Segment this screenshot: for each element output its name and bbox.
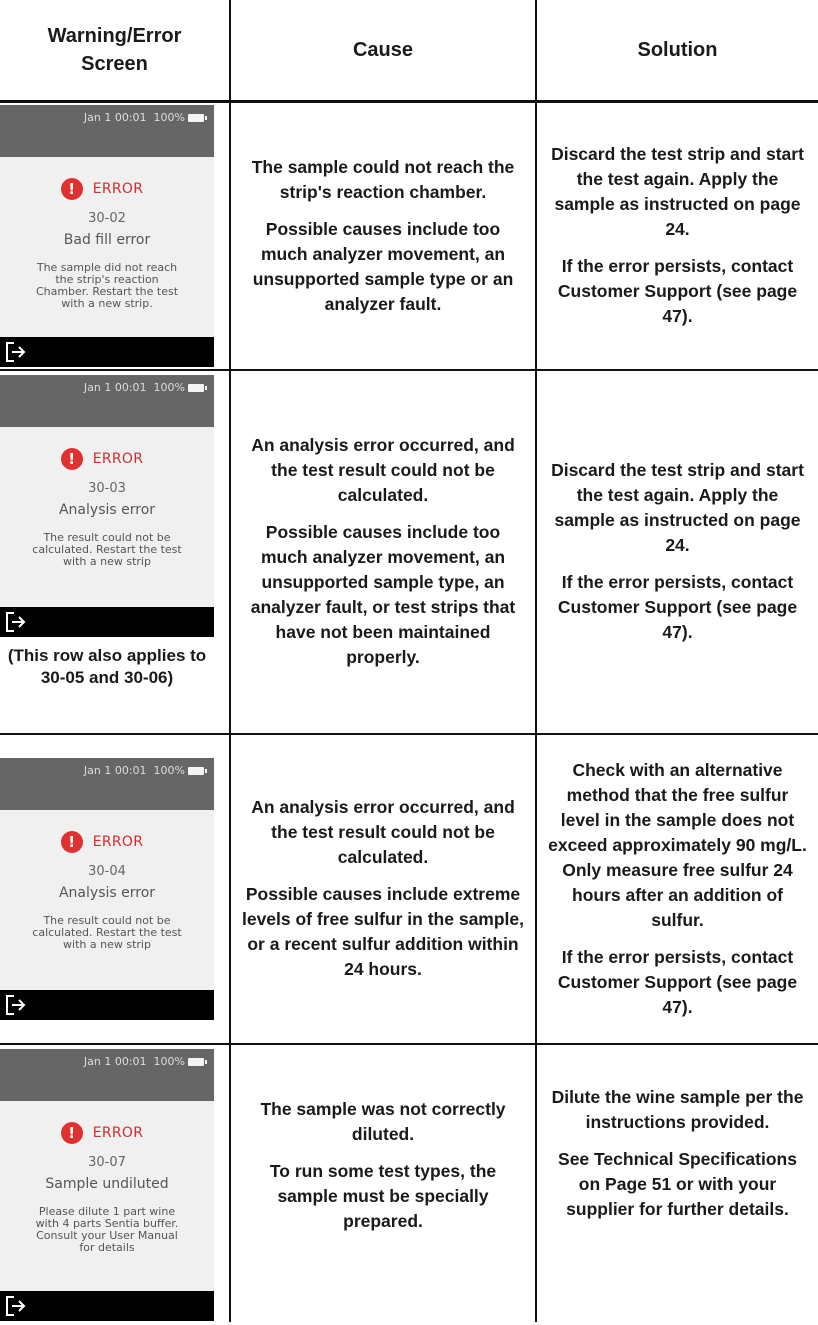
error-line: ! ERROR — [0, 830, 214, 854]
error-code: 30-03 — [88, 480, 126, 496]
cause-text: Possible causes include extreme levels o… — [241, 884, 525, 979]
solution-text: Discard the test strip and start the tes… — [551, 144, 804, 240]
header-row: Warning/Error Screen Cause Solution — [0, 0, 818, 103]
cause-text: The sample could not reach the strip's r… — [251, 156, 515, 202]
error-message: The result could not be calculated. Rest… — [32, 530, 182, 568]
error-icon: ! — [60, 177, 83, 200]
status-date: Jan 1 00:01 — [83, 1054, 147, 1068]
error-title: Analysis error — [58, 501, 156, 518]
error-code: 30-02 — [88, 210, 126, 226]
error-title: Sample undiluted — [45, 1175, 169, 1192]
bottom-bar — [0, 336, 214, 367]
status-date: Jan 1 00:01 — [83, 380, 147, 394]
battery-icon — [188, 383, 207, 392]
error-icon: ! — [60, 830, 83, 853]
battery-icon — [188, 1057, 207, 1066]
screen-cell: Jan 1 00:01 100% ! ERROR 30-04 Analysis … — [0, 733, 231, 1045]
status-date: Jan 1 00:01 — [83, 763, 147, 777]
screen-cell: Jan 1 00:01 100% ! ERROR 30-02 Bad fill … — [0, 101, 231, 371]
bottom-bar — [0, 989, 214, 1020]
solution-text: Dilute the wine sample per the instructi… — [551, 1086, 804, 1132]
error-label: ERROR — [92, 1124, 144, 1141]
device-screen: Jan 1 00:01 100% ! ERROR 30-02 Bad fill … — [0, 104, 214, 367]
solution-text: If the error persists, contact Customer … — [557, 572, 798, 642]
solution-text: Discard the test strip and start the tes… — [551, 460, 804, 555]
status-bar: Jan 1 00:01 100% — [0, 1048, 214, 1101]
cause-cell: The sample was not correctly diluted. To… — [229, 1043, 537, 1322]
cause-cell: An analysis error occurred, and the test… — [229, 733, 537, 1045]
error-line: ! ERROR — [0, 1121, 214, 1145]
solution-cell: Dilute the wine sample per the instructi… — [535, 1043, 818, 1322]
table-row: Jan 1 00:01 100% ! ERROR 30-02 Bad fill … — [0, 101, 818, 371]
status-bar: Jan 1 00:01 100% — [0, 757, 214, 810]
error-icon: ! — [60, 1121, 83, 1144]
solution-cell: Discard the test strip and start the tes… — [535, 369, 818, 735]
cause-text: To run some test types, the sample must … — [269, 1160, 497, 1231]
solution-cell: Discard the test strip and start the tes… — [535, 101, 818, 371]
exit-icon[interactable] — [4, 993, 28, 1017]
table-row: Jan 1 00:01 100% ! ERROR 30-07 Sample un… — [0, 1043, 818, 1322]
cause-text: The sample was not correctly diluted. — [260, 1098, 506, 1144]
device-screen: Jan 1 00:01 100% ! ERROR 30-07 Sample un… — [0, 1048, 214, 1321]
header-warning-error-screen: Warning/Error Screen — [0, 0, 231, 103]
status-bar: Jan 1 00:01 100% — [0, 374, 214, 427]
exit-icon[interactable] — [4, 1294, 28, 1318]
error-message: The sample did not reach the strip's rea… — [35, 260, 179, 310]
exit-icon[interactable] — [4, 610, 28, 634]
cause-cell: The sample could not reach the strip's r… — [229, 101, 537, 371]
error-label: ERROR — [92, 180, 144, 197]
table-row: Jan 1 00:01 100% ! ERROR 30-04 Analysis … — [0, 733, 818, 1045]
exit-icon[interactable] — [4, 340, 28, 364]
error-line: ! ERROR — [0, 447, 214, 471]
error-line: ! ERROR — [0, 177, 214, 201]
cause-text: Possible causes include too much analyze… — [252, 218, 514, 314]
table-row: Jan 1 00:01 100% ! ERROR 30-03 Analysis … — [0, 369, 818, 735]
solution-cell: Check with an alternative method that th… — [535, 733, 818, 1045]
battery-icon — [188, 766, 207, 775]
cause-text: An analysis error occurred, and the test… — [251, 435, 515, 505]
status-battery-text: 100% — [153, 1054, 185, 1068]
header-col1-label: Warning/Error Screen — [47, 25, 182, 75]
status-battery-text: 100% — [153, 110, 185, 124]
header-solution: Solution — [535, 0, 818, 103]
status-battery-text: 100% — [153, 763, 185, 777]
error-code: 30-04 — [88, 863, 126, 879]
status-date: Jan 1 00:01 — [83, 110, 147, 124]
status-bar: Jan 1 00:01 100% — [0, 104, 214, 157]
solution-text: If the error persists, contact Customer … — [557, 256, 798, 327]
error-message: The result could not be calculated. Rest… — [32, 913, 182, 951]
error-table: Warning/Error Screen Cause Solution Jan … — [0, 0, 818, 1322]
solution-text: Check with an alternative method that th… — [548, 759, 807, 930]
error-message: Please dilute 1 part wine with 4 parts S… — [35, 1204, 179, 1254]
screen-cell: Jan 1 00:01 100% ! ERROR 30-07 Sample un… — [0, 1043, 231, 1322]
error-code: 30-07 — [88, 1154, 126, 1170]
error-title: Bad fill error — [63, 231, 151, 248]
status-battery-text: 100% — [153, 380, 185, 394]
bottom-bar — [0, 1290, 214, 1321]
solution-text: If the error persists, contact Customer … — [557, 946, 798, 1017]
error-title: Analysis error — [58, 884, 156, 901]
header-cause: Cause — [229, 0, 537, 103]
cause-text: An analysis error occurred, and the test… — [251, 797, 515, 867]
cause-text: Possible causes include too much analyze… — [250, 522, 516, 667]
solution-text: See Technical Specifications on Page 51 … — [558, 1148, 797, 1219]
cause-cell: An analysis error occurred, and the test… — [229, 369, 537, 735]
row-note: (This row also applies to 30-05 and 30-0… — [7, 645, 207, 687]
bottom-bar — [0, 606, 214, 637]
error-icon: ! — [60, 447, 83, 470]
error-label: ERROR — [92, 450, 144, 467]
device-screen: Jan 1 00:01 100% ! ERROR 30-03 Analysis … — [0, 374, 214, 637]
error-label: ERROR — [92, 833, 144, 850]
battery-icon — [188, 113, 207, 122]
device-screen: Jan 1 00:01 100% ! ERROR 30-04 Analysis … — [0, 757, 214, 1020]
screen-cell: Jan 1 00:01 100% ! ERROR 30-03 Analysis … — [0, 369, 231, 735]
